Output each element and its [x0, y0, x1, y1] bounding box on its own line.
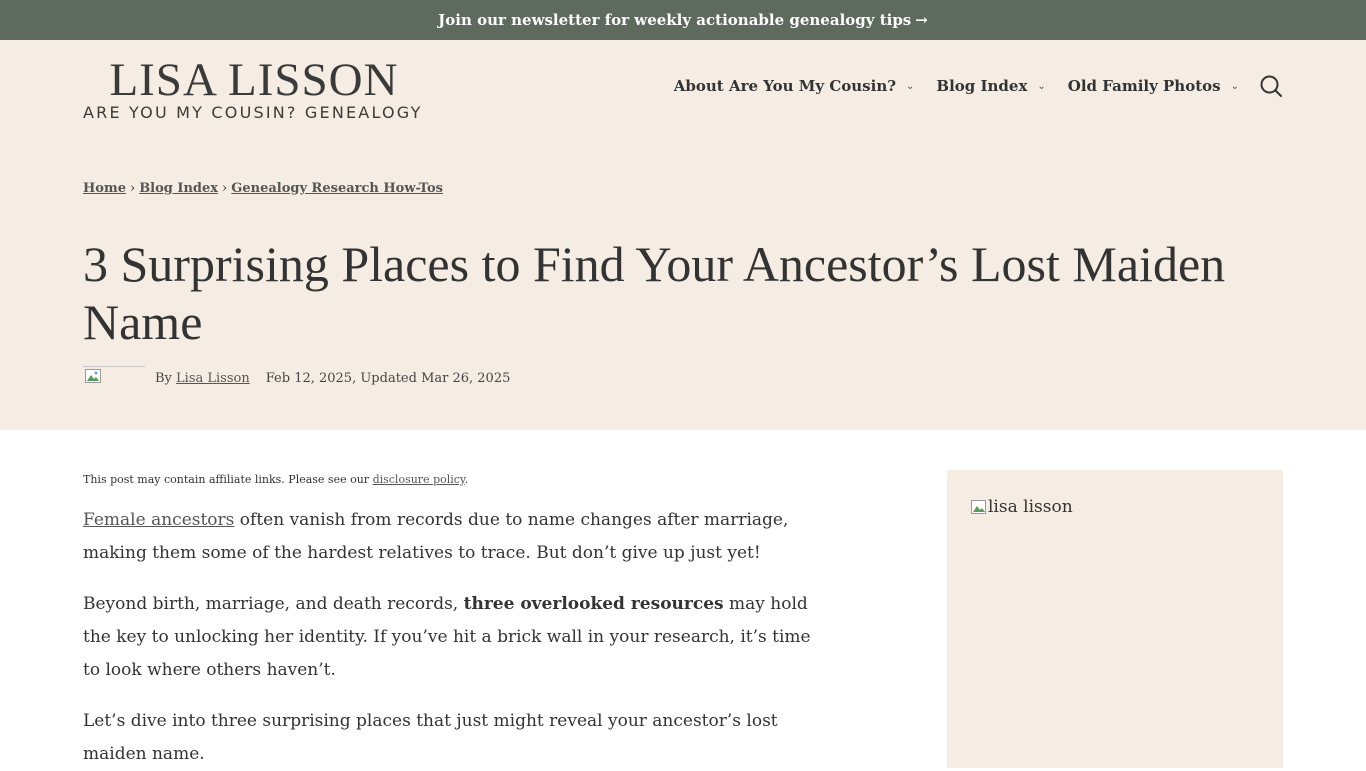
paragraph-text: Beyond birth, marriage, and death record…: [83, 594, 464, 614]
paragraph-dive-in: Let’s dive into three surprising places …: [83, 711, 778, 764]
affiliate-suffix: .: [464, 473, 469, 486]
breadcrumb-home[interactable]: Home: [83, 181, 126, 196]
chevron-down-icon: ⌄: [1230, 80, 1239, 92]
main-nav: About Are You My Cousin? ⌄ Blog Index ⌄ …: [652, 74, 1283, 98]
newsletter-text[interactable]: Join our newsletter for weekly actionabl…: [438, 11, 911, 29]
logo-name: LISA LISSON: [109, 54, 399, 106]
article-header: LISA LISSON ARE YOU MY COUSIN? GENEALOGY…: [0, 40, 1366, 430]
female-ancestors-link[interactable]: Female ancestors: [83, 510, 234, 530]
author-image: lisa lisson: [971, 497, 1073, 517]
page-title: 3 Surprising Places to Find Your Ancesto…: [83, 236, 1226, 350]
chevron-down-icon: ⌄: [1037, 80, 1046, 92]
logo-tagline: ARE YOU MY COUSIN? GENEALOGY: [83, 103, 423, 122]
breadcrumb-separator: ›: [222, 181, 228, 196]
nav-item-about[interactable]: About Are You My Cousin? ⌄: [674, 77, 915, 95]
breadcrumb-separator: ›: [129, 181, 136, 196]
author-link[interactable]: Lisa Lisson: [176, 371, 250, 386]
chevron-down-icon: ⌄: [906, 80, 915, 92]
nav-item-label: About Are You My Cousin?: [673, 77, 897, 95]
breadcrumb-category[interactable]: Genealogy Research How-Tos: [231, 181, 443, 196]
nav-item-label: Old Family Photos: [1067, 77, 1221, 95]
article-body: This post may contain affiliate links. P…: [83, 470, 823, 771]
search-icon[interactable]: [1259, 74, 1283, 98]
nav-item-label: Blog Index: [936, 77, 1028, 95]
image-alt-text: lisa lisson: [988, 497, 1073, 517]
paragraph-emphasis: three overlooked resources: [463, 594, 724, 614]
newsletter-banner[interactable]: Join our newsletter for weekly actionabl…: [0, 0, 1366, 40]
nav-item-old-family-photos[interactable]: Old Family Photos ⌄: [1068, 77, 1239, 95]
article-byline: By Lisa Lisson Feb 12, 2025, Updated Mar…: [83, 366, 510, 386]
paragraph-intro: Female ancestors often vanish from recor…: [83, 504, 823, 570]
disclosure-policy-link[interactable]: disclosure policy: [373, 473, 465, 486]
sidebar-author-card: lisa lisson: [947, 470, 1283, 768]
avatar: [83, 366, 145, 386]
byline-prefix: By: [155, 371, 172, 386]
nav-item-blog-index[interactable]: Blog Index ⌄: [936, 77, 1045, 95]
broken-image-icon: [85, 369, 101, 383]
arrow-right-icon: →: [915, 11, 928, 29]
affiliate-notice: This post may contain affiliate links. P…: [83, 473, 823, 486]
site-logo[interactable]: LISA LISSON ARE YOU MY COUSIN? GENEALOGY: [83, 54, 425, 124]
broken-image-icon: [971, 500, 986, 514]
affiliate-text: This post may contain affiliate links. P…: [83, 473, 370, 486]
paragraph-resources: Beyond birth, marriage, and death record…: [83, 588, 823, 687]
breadcrumb-blog-index[interactable]: Blog Index: [139, 181, 218, 196]
post-date: Feb 12, 2025, Updated Mar 26, 2025: [265, 371, 511, 386]
breadcrumb: Home › Blog Index › Genealogy Research How-T…: [83, 181, 443, 196]
